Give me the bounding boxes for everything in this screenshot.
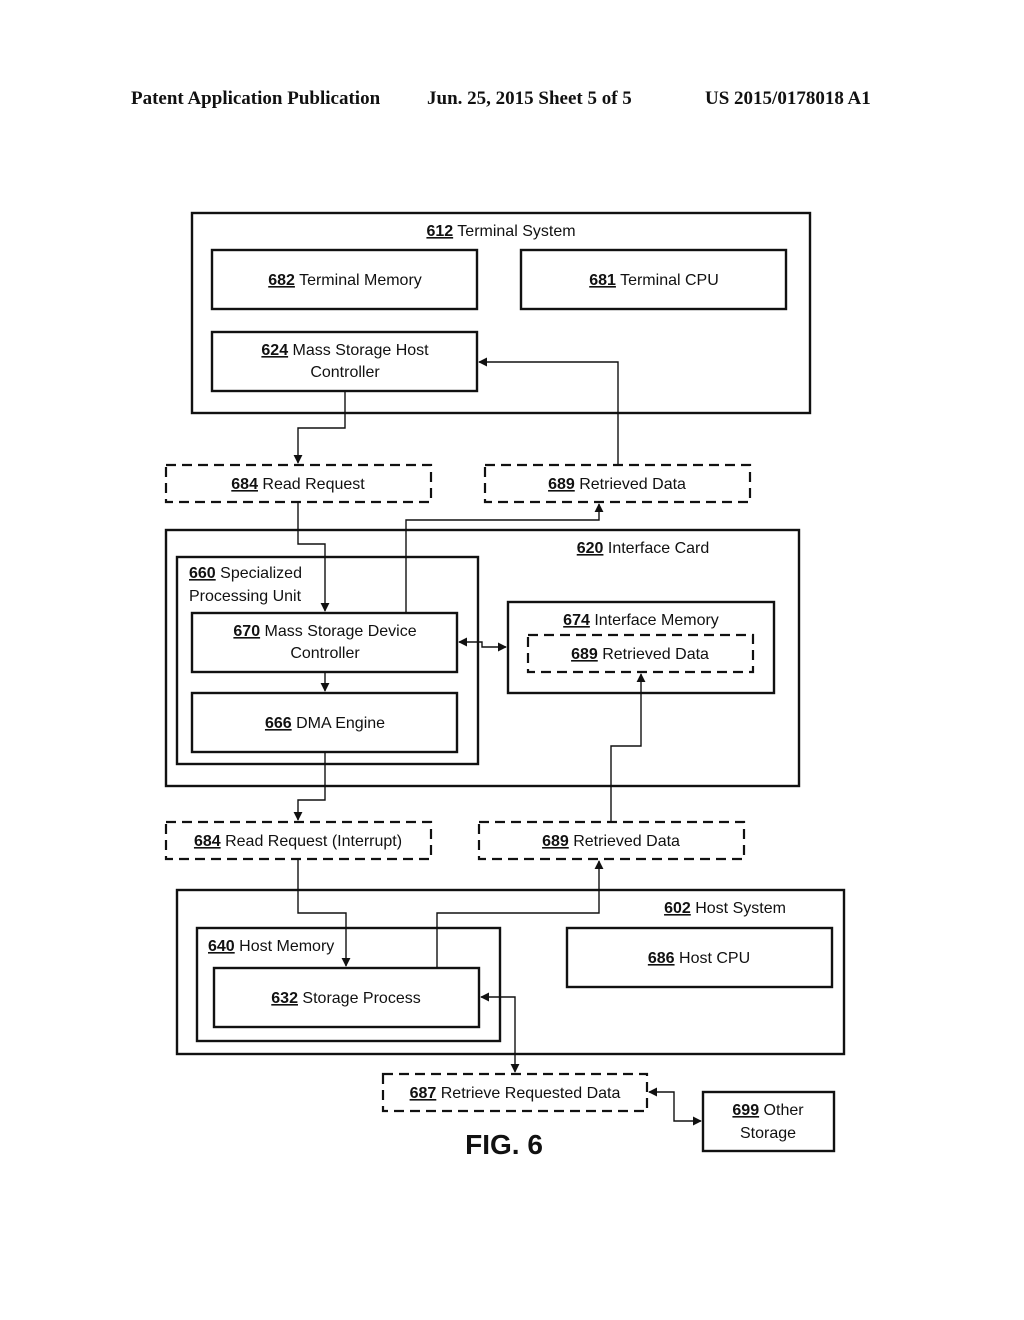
read-request-interrupt-label: 684 Read Request (Interrupt) xyxy=(194,833,402,850)
retrieved-data-689-interface-memory: 689 Retrieved Data xyxy=(526,633,755,674)
mass-storage-host-controller-624: 624 Mass Storage Host Controller xyxy=(210,330,479,393)
figure-label: FIG. 6 xyxy=(465,1129,543,1160)
retrieve-requested-data-label: 687 Retrieve Requested Data xyxy=(410,1085,621,1102)
storage-process-label: 632 Storage Process xyxy=(271,990,420,1007)
retrieved-data-label-top: 689 Retrieved Data xyxy=(548,476,686,493)
terminal-memory-label: 682 Terminal Memory xyxy=(268,272,422,289)
other-storage-label-line2: Storage xyxy=(740,1125,796,1142)
terminal-system-label: 612 Terminal System xyxy=(426,223,575,240)
retrieved-data-label-interface-memory: 689 Retrieved Data xyxy=(571,646,709,663)
host-memory-label: 640 Host Memory xyxy=(208,938,334,955)
interface-card-label: 620 Interface Card xyxy=(577,540,710,557)
figure-6-diagram: 612 Terminal System 682 Terminal Memory … xyxy=(164,211,846,1160)
terminal-cpu-label: 681 Terminal CPU xyxy=(589,272,719,289)
retrieved-data-689-top: 689 Retrieved Data xyxy=(483,463,752,504)
mass-storage-device-controller-label-line2: Controller xyxy=(290,645,360,662)
read-request-684: 684 Read Request xyxy=(164,463,433,504)
mass-storage-host-controller-label: 624 Mass Storage Host xyxy=(261,342,429,359)
retrieved-data-label-bottom: 689 Retrieved Data xyxy=(542,833,680,850)
dma-engine-666: 666 DMA Engine xyxy=(190,691,459,754)
mass-storage-host-controller-label-line2: Controller xyxy=(310,364,380,381)
host-system-label: 602 Host System xyxy=(664,900,786,917)
terminal-memory-682: 682 Terminal Memory xyxy=(210,248,479,311)
read-request-interrupt-684: 684 Read Request (Interrupt) xyxy=(164,820,433,861)
terminal-cpu-681: 681 Terminal CPU xyxy=(519,248,788,311)
specialized-processing-unit-label-line2: Processing Unit xyxy=(189,588,302,605)
arrow-687-699-bidirectional xyxy=(648,1087,702,1126)
specialized-processing-unit-label: 660 Specialized xyxy=(189,565,302,582)
host-cpu-686: 686 Host CPU xyxy=(565,926,834,989)
host-cpu-label: 686 Host CPU xyxy=(648,950,750,967)
other-storage-label: 699 Other xyxy=(732,1102,804,1119)
retrieve-requested-data-687: 687 Retrieve Requested Data xyxy=(381,1072,649,1113)
mass-storage-device-controller-label: 670 Mass Storage Device xyxy=(233,623,416,640)
read-request-label: 684 Read Request xyxy=(231,476,365,493)
storage-process-632: 632 Storage Process xyxy=(212,966,481,1029)
mass-storage-device-controller-670: 670 Mass Storage Device Controller xyxy=(190,611,459,674)
interface-memory-label: 674 Interface Memory xyxy=(563,612,719,629)
other-storage-699: 699 Other Storage xyxy=(701,1090,836,1153)
dma-engine-label: 666 DMA Engine xyxy=(265,715,385,732)
retrieved-data-689-bottom: 689 Retrieved Data xyxy=(477,820,746,861)
